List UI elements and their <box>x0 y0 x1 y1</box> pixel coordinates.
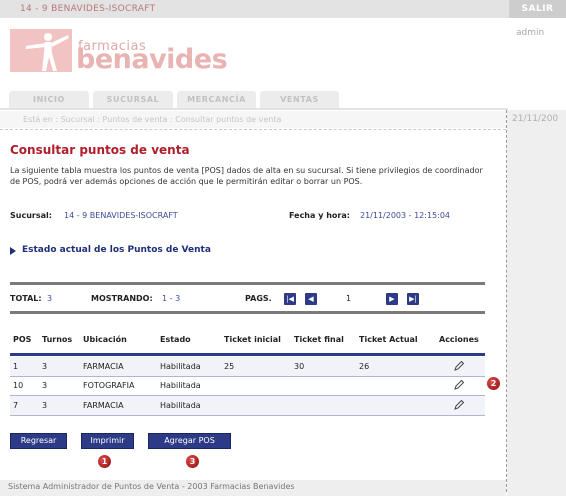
column-header: Ubicación <box>83 335 127 344</box>
column-header: Ticket inicial <box>224 335 281 344</box>
total-value: 3 <box>47 294 53 303</box>
table-row <box>10 377 485 396</box>
page-description: La siguiente tabla muestra los puntos de… <box>10 166 483 186</box>
page-number: 1 <box>346 294 352 303</box>
cell-ubicacion: FOTOGRAFIA <box>83 381 135 390</box>
user-name: admin <box>516 28 545 38</box>
right-panel <box>507 110 566 496</box>
sucursal-value: 14 - 9 BENAVIDES-ISOCRAFT <box>64 211 178 220</box>
arrow-right-icon <box>10 247 16 255</box>
tab-sucursal[interactable]: SUCURSAL <box>93 91 173 108</box>
cell-pos: 7 <box>13 401 19 410</box>
table-row <box>10 357 485 376</box>
back-button[interactable]: Regresar <box>10 433 67 449</box>
paging-top-divider <box>10 282 485 285</box>
annotation-badge: 3 <box>186 455 199 468</box>
cell-ubicacion: FARMACIA <box>83 362 124 371</box>
cell-turnos: 3 <box>42 362 48 371</box>
cell-estado: Habilitada <box>160 362 201 371</box>
cell-turnos: 3 <box>42 381 48 390</box>
table-header-divider <box>10 353 485 356</box>
print-button[interactable]: Imprimir <box>81 433 134 449</box>
page-title: Consultar puntos de venta <box>10 143 190 157</box>
next-page-icon[interactable]: ▶ <box>386 293 398 305</box>
column-header: Ticket final <box>294 335 344 344</box>
column-header: POS <box>13 335 32 344</box>
date-label: Fecha y hora: <box>289 211 350 220</box>
cell-turnos: 3 <box>42 401 48 410</box>
showing-value: 1 - 3 <box>162 294 181 303</box>
footer-text: Sistema Administrador de Puntos de Venta… <box>8 482 295 491</box>
cell-pos: 10 <box>13 381 24 390</box>
column-header: Ticket Actual <box>359 335 418 344</box>
edit-pencil-icon[interactable] <box>453 360 465 372</box>
cell-pos: 1 <box>13 362 19 371</box>
cell-ticket-inicial: 25 <box>224 362 235 371</box>
cell-ticket-actual: 26 <box>359 362 370 371</box>
pages-label: PAGS. <box>245 294 272 303</box>
add-pos-button[interactable]: Agregar POS <box>148 433 231 449</box>
cell-ticket-final: 30 <box>294 362 305 371</box>
cell-estado: Habilitada <box>160 381 201 390</box>
paging-bottom-divider <box>10 311 485 314</box>
cell-estado: Habilitada <box>160 401 201 410</box>
total-label: TOTAL: <box>10 294 42 303</box>
logo-text-big: benavides <box>76 44 228 75</box>
table-row <box>10 396 485 415</box>
annotation-badge: 1 <box>98 455 111 468</box>
breadcrumb: Está en : Sucursal : Puntos de venta : C… <box>23 115 282 124</box>
tab-ventas[interactable]: VENTAS <box>260 91 339 108</box>
showing-label: MOSTRANDO: <box>91 294 153 303</box>
row-divider <box>10 415 485 416</box>
last-page-icon[interactable]: ▶| <box>407 293 419 305</box>
breadcrumb-date: 21/11/200 <box>512 114 559 124</box>
sucursal-label: Sucursal: <box>10 211 52 220</box>
edit-pencil-icon[interactable] <box>453 399 465 411</box>
nav-divider <box>0 108 508 110</box>
right-divider <box>506 110 507 492</box>
annotation-badge: 2 <box>487 377 500 390</box>
date-value: 21/11/2003 - 12:15:04 <box>360 211 451 220</box>
tab-inicio[interactable]: INICIO <box>9 91 89 108</box>
column-header: Acciones <box>439 335 479 344</box>
prev-page-icon[interactable]: ◀ <box>305 293 317 305</box>
column-header: Turnos <box>42 335 73 344</box>
edit-pencil-icon[interactable] <box>453 379 465 391</box>
section-title: Estado actual de los Puntos de Venta <box>22 245 211 255</box>
tab-mercancia[interactable]: MERCANCÍA <box>177 91 256 108</box>
cell-ubicacion: FARMACIA <box>83 401 124 410</box>
breadcrumb-divider <box>0 129 506 130</box>
column-header: Estado <box>160 335 191 344</box>
first-page-icon[interactable]: |◀ <box>284 293 296 305</box>
logout-button[interactable]: SALIR <box>509 0 566 18</box>
top-store-label: 14 - 9 BENAVIDES-ISOCRAFT <box>20 4 156 14</box>
